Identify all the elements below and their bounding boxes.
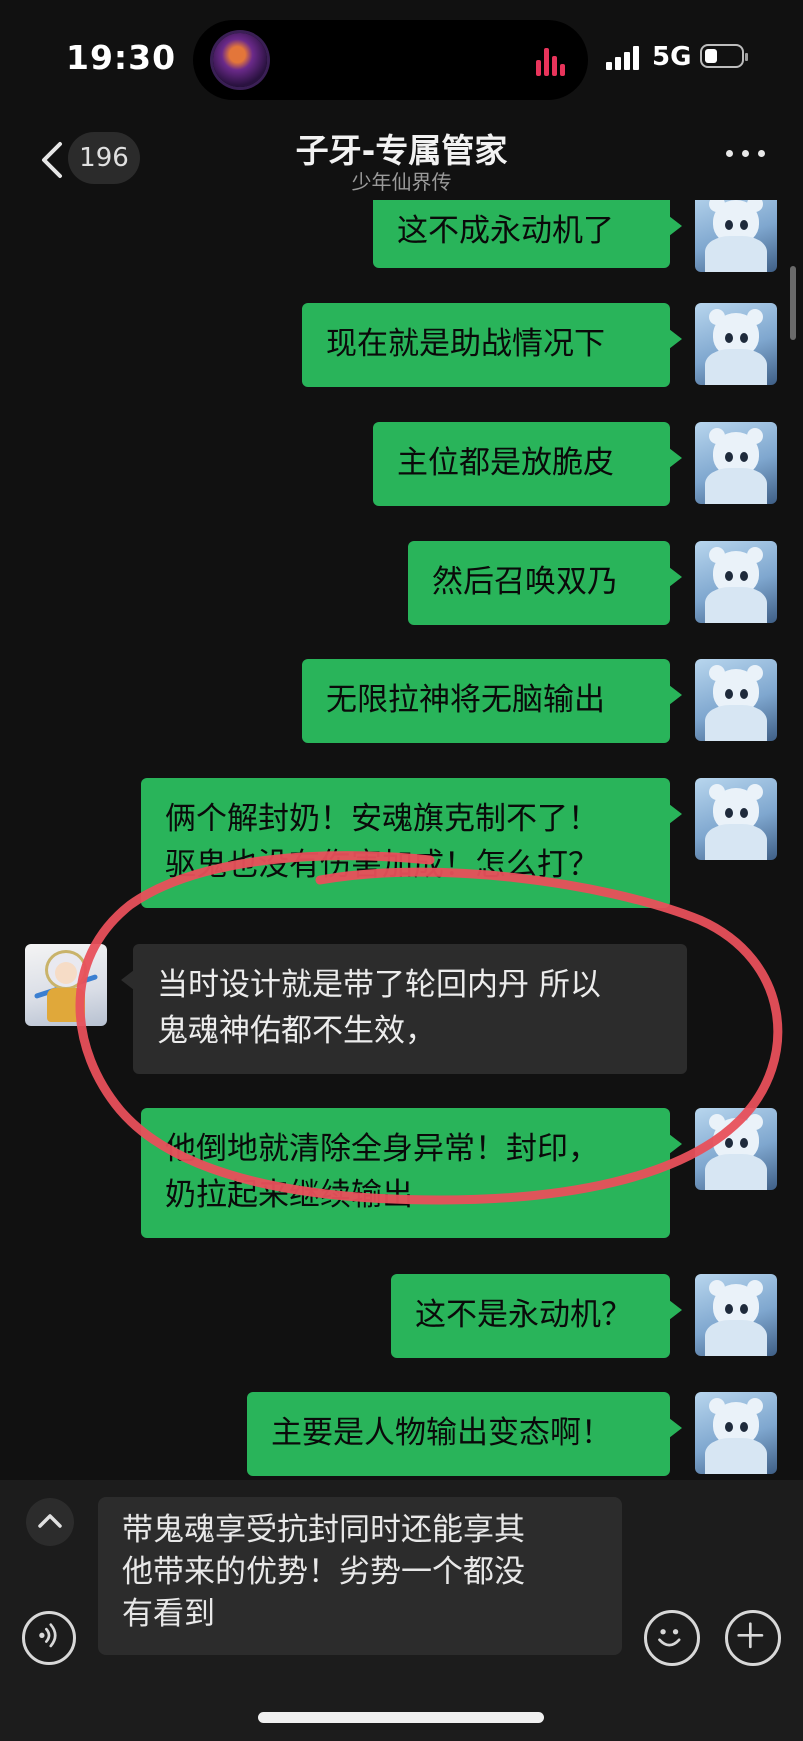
message-text: 当时设计就是带了轮回内丹 所以	[157, 967, 601, 1003]
scrollbar[interactable]	[790, 266, 796, 340]
message-text: 鬼魂神佑都不生效，	[157, 1013, 436, 1049]
message-text: 主要是人物输出变态啊！	[271, 1415, 612, 1451]
my-avatar[interactable]	[695, 200, 777, 272]
my-avatar[interactable]	[695, 659, 777, 741]
message-list[interactable]: 这不成永动机了 现在就是助战情况下 主位都是放脆皮 然后召唤双乃 无限拉神将无脑…	[0, 200, 803, 1480]
message-text: 无限拉神将无脑输出	[326, 682, 605, 718]
message-text: 主位都是放脆皮	[397, 445, 614, 481]
dynamic-island[interactable]	[193, 20, 588, 100]
message-bubble-received[interactable]: 当时设计就是带了轮回内丹 所以 鬼魂神佑都不生效，	[121, 944, 687, 1074]
message-bubble-sent[interactable]: 无限拉神将无脑输出	[302, 659, 682, 743]
my-avatar[interactable]	[695, 541, 777, 623]
message-text: 他倒地就清除全身异常！封印，	[165, 1131, 599, 1167]
chevron-up-icon[interactable]	[26, 1498, 74, 1546]
message-text: 然后召唤双乃	[432, 564, 618, 600]
my-avatar[interactable]	[695, 1274, 777, 1356]
music-visualizer-icon	[536, 46, 566, 76]
now-playing-artwork	[213, 33, 267, 87]
signal-icon	[606, 46, 646, 70]
message-bubble-sent[interactable]: 现在就是助战情况下	[302, 303, 682, 387]
message-text: 这不是永动机？	[415, 1297, 632, 1333]
contact-avatar[interactable]	[25, 944, 107, 1026]
my-avatar[interactable]	[695, 1108, 777, 1190]
message-text: 现在就是助战情况下	[326, 326, 605, 362]
message-text: 奶拉起来继续输出	[165, 1177, 413, 1213]
message-text: 这不成永动机了	[397, 213, 614, 249]
my-avatar[interactable]	[695, 1392, 777, 1474]
my-avatar[interactable]	[695, 303, 777, 385]
message-bubble-sent[interactable]: 俩个解封奶！安魂旗克制不了！ 驱鬼也没有伤害加成！怎么打？	[141, 778, 682, 908]
more-icon[interactable]	[724, 146, 768, 160]
voice-icon[interactable]	[22, 1611, 76, 1665]
status-bar: 19:30 5G	[0, 0, 803, 120]
my-avatar[interactable]	[695, 778, 777, 860]
message-text: 俩个解封奶！安魂旗克制不了！	[165, 801, 599, 837]
message-bubble-sent[interactable]: 他倒地就清除全身异常！封印， 奶拉起来继续输出	[141, 1108, 682, 1238]
message-text: 驱鬼也没有伤害加成！怎么打？	[165, 847, 599, 883]
emoji-icon[interactable]	[644, 1610, 700, 1666]
message-bubble-sent[interactable]: 然后召唤双乃	[408, 541, 682, 625]
input-line: 他带来的优势！劣势一个都没	[122, 1554, 525, 1590]
my-avatar[interactable]	[695, 422, 777, 504]
input-line: 带鬼魂享受抗封同时还能享其	[122, 1512, 525, 1548]
chat-header: 196 子牙-专属管家 少年仙界传	[0, 120, 803, 200]
message-bubble-sent[interactable]: 这不成永动机了	[373, 200, 682, 268]
home-indicator[interactable]	[258, 1712, 544, 1723]
battery-icon	[700, 44, 748, 68]
network-type: 5G	[652, 42, 692, 72]
chat-title: 子牙-专属管家	[295, 131, 508, 170]
message-bubble-sent[interactable]: 主要是人物输出变态啊！	[247, 1392, 682, 1476]
message-bubble-sent[interactable]: 主位都是放脆皮	[373, 422, 682, 506]
status-time: 19:30	[66, 38, 177, 77]
input-line: 有看到	[122, 1596, 215, 1632]
input-bar: 带鬼魂享受抗封同时还能享其 他带来的优势！劣势一个都没 有看到	[0, 1480, 803, 1741]
message-bubble-sent[interactable]: 这不是永动机？	[391, 1274, 682, 1358]
chat-subtitle: 少年仙界传	[351, 170, 452, 194]
plus-icon[interactable]	[725, 1610, 781, 1666]
message-input[interactable]: 带鬼魂享受抗封同时还能享其 他带来的优势！劣势一个都没 有看到	[98, 1497, 622, 1655]
